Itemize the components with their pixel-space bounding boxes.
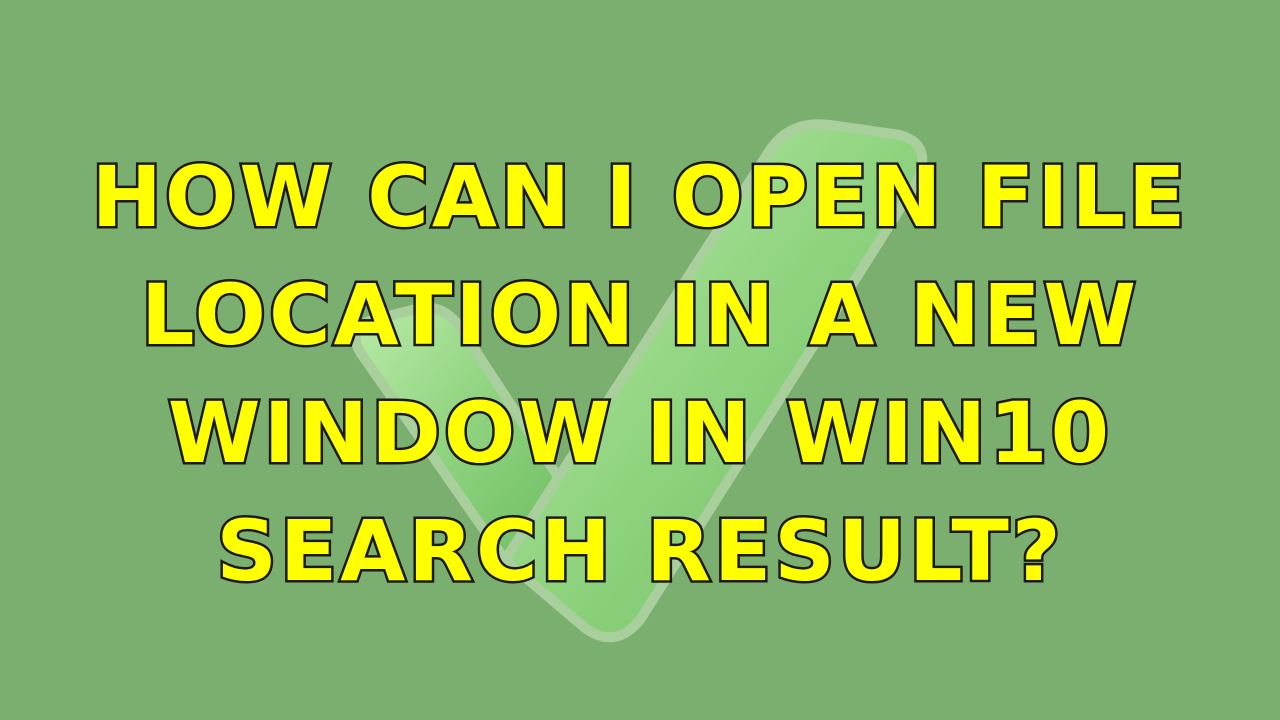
title-line-3: WINDOW IN WIN10 [165,382,1113,485]
title-line-4: SEARCH RESULT? [214,500,1064,603]
title-line-2: LOCATION IN A NEW [139,264,1139,367]
title: HOW CAN I OPEN FILE LOCATION IN A NEW WI… [0,138,1280,610]
title-line-1: HOW CAN I OPEN FILE [89,146,1189,249]
